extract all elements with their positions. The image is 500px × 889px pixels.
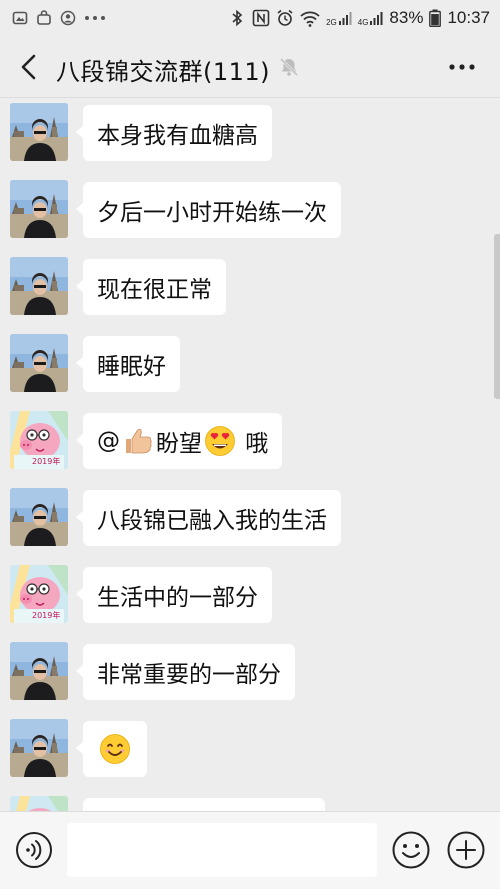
user-avatar-a — [10, 334, 68, 392]
voice-icon — [16, 832, 52, 868]
wifi-icon — [300, 11, 320, 27]
more-notifications-icon — [85, 16, 105, 20]
message-bubble[interactable]: 本身我有血糖高 — [76, 105, 272, 161]
message-bubble[interactable] — [76, 721, 147, 777]
message-text: 八段锦已融入我的生活 — [97, 508, 327, 534]
message-text: 盼望 — [156, 431, 202, 457]
message-text: 非常重要的一部分 — [97, 662, 281, 688]
avatar[interactable] — [10, 488, 68, 546]
smiling-face-icon — [99, 733, 131, 765]
message-input[interactable] — [67, 823, 377, 877]
message-bubble[interactable]: 八段锦已融入我的生活 — [76, 490, 341, 546]
chat-header: 八段锦交流群(111) — [0, 36, 500, 98]
user-avatar-b — [10, 796, 68, 811]
thumbs-up-icon — [122, 425, 154, 457]
message-text: 夕后一小时开始练一次 — [97, 200, 327, 226]
voice-button[interactable] — [15, 831, 53, 869]
message-bubble[interactable]: 现在很正常 — [76, 259, 226, 315]
avatar-caption: 2019年 — [32, 611, 61, 620]
mute-bell-icon — [279, 57, 299, 77]
message-bubble[interactable] — [83, 798, 325, 811]
avatar[interactable] — [10, 180, 68, 238]
avatar[interactable] — [10, 103, 68, 161]
clock: 10:37 — [447, 8, 490, 27]
scrollbar[interactable] — [494, 234, 500, 399]
avatar-caption: 2019年 — [32, 457, 61, 466]
signal-4g: 4G — [358, 9, 384, 27]
alarm-icon — [277, 9, 293, 26]
user-avatar-a — [10, 488, 68, 546]
plus-icon — [447, 831, 485, 869]
signal-2g: 2G — [326, 9, 352, 27]
emoji-button[interactable] — [391, 830, 431, 870]
bluetooth-icon — [232, 9, 243, 27]
avatar[interactable] — [10, 796, 68, 811]
mention-symbol: @ — [97, 428, 120, 454]
message-bubble[interactable]: 非常重要的一部分 — [76, 644, 295, 700]
back-arrow-icon — [21, 54, 36, 80]
message-item: 2019年 @ 盼望 哦 — [0, 409, 500, 473]
avatar[interactable]: 2019年 — [10, 565, 68, 623]
signal-icon — [338, 12, 352, 25]
user-avatar-a — [10, 103, 68, 161]
user-avatar-a — [10, 642, 68, 700]
message-text: 生活中的一部分 — [97, 585, 258, 611]
message-text: 哦 — [238, 431, 269, 457]
message-item: 非常重要的一部分 — [0, 640, 500, 704]
message-text: 现在很正常 — [97, 277, 212, 303]
message-item: 本身我有血糖高 — [0, 101, 500, 165]
message-item: 现在很正常 — [0, 255, 500, 319]
system-status: 2G 4G 83% 10:37 — [228, 7, 490, 29]
heart-eyes-icon — [204, 425, 236, 457]
signal-icon — [370, 12, 383, 25]
notification-icons — [12, 9, 106, 27]
chat-title: 八段锦交流群(111) — [56, 58, 271, 86]
message-bubble[interactable]: @ 盼望 哦 — [75, 413, 283, 469]
status-bar: 2G 4G 83% 10:37 — [0, 0, 500, 36]
account-notification-icon — [60, 10, 76, 26]
avatar[interactable] — [10, 334, 68, 392]
avatar[interactable] — [10, 257, 68, 315]
bag-notification-icon — [37, 10, 51, 25]
message-item: 八段锦已融入我的生活 — [0, 486, 500, 550]
more-options-button[interactable] — [442, 52, 482, 82]
image-notification-icon — [12, 11, 28, 25]
message-text: 睡眠好 — [97, 354, 166, 380]
more-icon — [449, 64, 475, 70]
avatar[interactable] — [10, 642, 68, 700]
battery-percent: 83% — [389, 8, 424, 27]
nfc-icon — [252, 9, 270, 27]
message-text: 本身我有血糖高 — [97, 123, 258, 149]
message-item: 夕后一小时开始练一次 — [0, 178, 500, 242]
message-item — [0, 794, 500, 811]
network-4g-label: 4G — [357, 18, 369, 27]
message-item — [0, 717, 500, 781]
message-item: 睡眠好 — [0, 332, 500, 396]
message-list[interactable]: 本身我有血糖高 夕后一小时开始练一次 现在很正常 睡眠好 2019年 @ 盼望 — [0, 99, 500, 811]
user-avatar-a — [10, 180, 68, 238]
message-bubble[interactable]: 睡眠好 — [76, 336, 180, 392]
avatar[interactable]: 2019年 — [10, 411, 68, 469]
message-bubble[interactable]: 夕后一小时开始练一次 — [76, 182, 341, 238]
input-bar — [0, 811, 500, 889]
more-functions-button[interactable] — [446, 830, 486, 870]
user-avatar-a — [10, 719, 68, 777]
back-button[interactable] — [12, 50, 46, 84]
message-bubble[interactable]: 生活中的一部分 — [76, 567, 272, 623]
network-2g-label: 2G — [326, 18, 337, 27]
emoji-icon — [392, 831, 430, 869]
message-item: 2019年 生活中的一部分 — [0, 563, 500, 627]
battery-icon — [429, 9, 442, 27]
user-avatar-a — [10, 257, 68, 315]
avatar[interactable] — [10, 719, 68, 777]
